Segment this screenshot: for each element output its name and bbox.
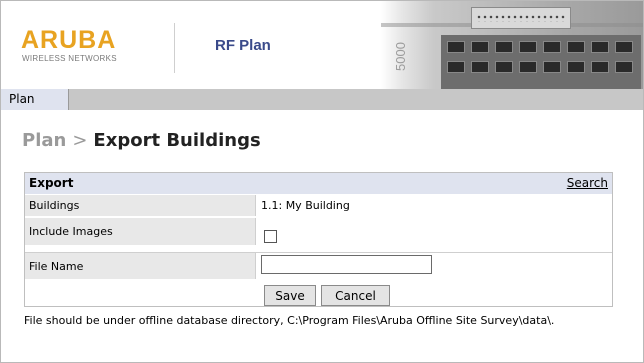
directory-note: File should be under offline database di… <box>24 314 555 327</box>
buildings-row: Buildings 1.1: My Building <box>25 195 612 216</box>
buildings-value: 1.1: My Building <box>261 199 350 212</box>
breadcrumb-parent[interactable]: Plan <box>22 130 66 151</box>
device-chip <box>471 7 571 29</box>
header-divider <box>174 23 175 73</box>
app-title: RF Plan <box>215 37 271 54</box>
file-name-input[interactable] <box>261 255 432 274</box>
logo-wordmark: ARUBA <box>21 26 117 54</box>
nav-tabbar: Plan <box>1 89 643 110</box>
export-panel-header: Export Search <box>25 173 612 194</box>
cancel-button[interactable]: Cancel <box>321 285 390 306</box>
include-images-checkbox[interactable] <box>264 230 277 243</box>
tab-plan[interactable]: Plan <box>1 89 69 110</box>
controller-device-image: 5000 <box>381 1 643 89</box>
device-port-grid <box>441 35 641 89</box>
breadcrumb-separator: > <box>72 130 88 151</box>
buildings-label: Buildings <box>25 195 256 216</box>
app-header: ARUBA WIRELESS NETWORKS RF Plan 5000 <box>1 1 643 89</box>
include-images-row: Include Images <box>25 217 612 245</box>
logo-tagline: WIRELESS NETWORKS <box>22 54 117 63</box>
export-panel-title: Export <box>29 176 74 190</box>
page-title: Export Buildings <box>93 130 261 151</box>
export-panel: Export Search Buildings 1.1: My Building… <box>24 172 613 307</box>
include-images-label: Include Images <box>25 218 256 245</box>
save-button[interactable]: Save <box>264 285 316 306</box>
aruba-logo: ARUBA WIRELESS NETWORKS <box>21 28 166 68</box>
search-link[interactable]: Search <box>567 176 608 190</box>
breadcrumb: Plan > Export Buildings <box>22 130 261 151</box>
device-model-label: 5000 <box>393 42 408 71</box>
file-name-label: File Name <box>25 253 256 279</box>
